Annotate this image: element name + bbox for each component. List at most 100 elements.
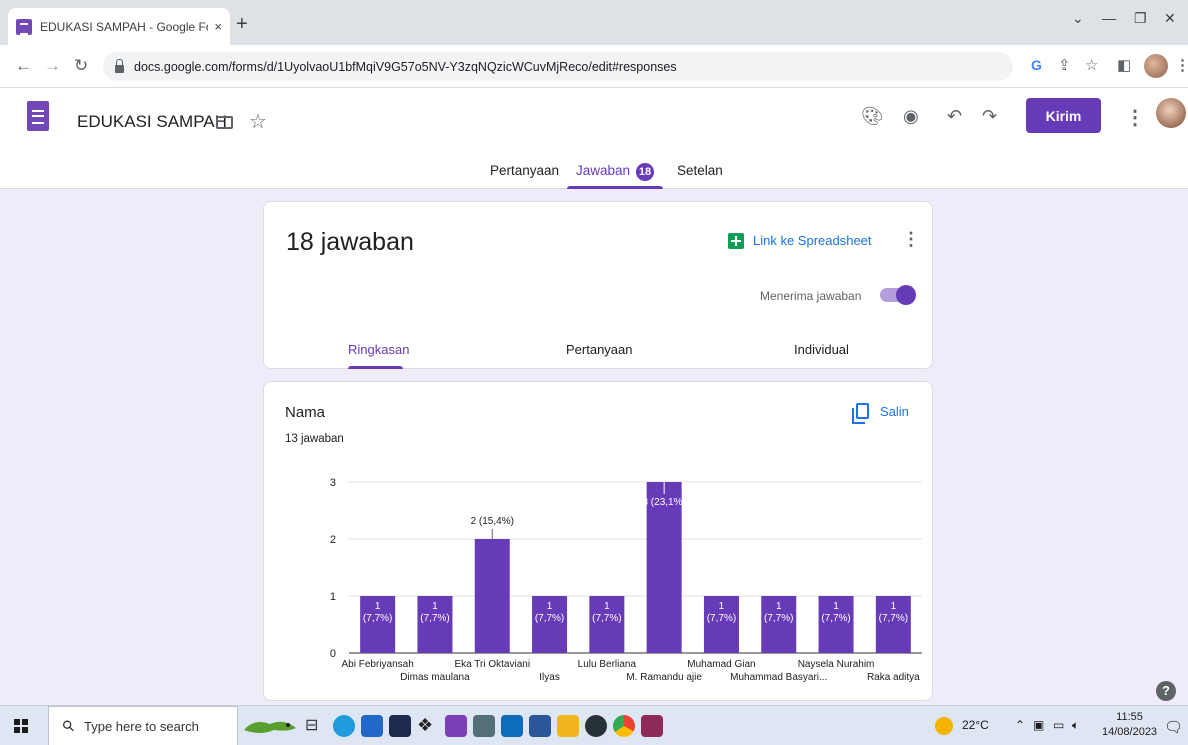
main-tabs: Pertanyaan Jawaban 18 Setelan [0,157,1188,189]
network-icon[interactable]: ▣ [1033,718,1044,732]
share-icon[interactable]: ⇪ [1058,57,1071,75]
data-label: 1 [891,601,897,612]
question-summary-card: Nama 13 jawaban Salin 0 1 2 3 1 (7,7%) Abi Feb… [263,381,933,701]
weather-temperature[interactable]: 22°C [962,718,989,732]
accepting-responses-label: Menerima jawaban [760,289,862,303]
browser-menu-icon[interactable]: ⋮ [1175,57,1188,75]
tab-search-chevron-icon[interactable]: ⌄ [1072,10,1084,27]
lock-icon [115,58,124,73]
data-label: 2 (15,4%) [471,516,514,527]
undo-icon[interactable]: ↶ [947,106,962,127]
google-forms-logo-icon[interactable] [27,101,49,131]
bar [474,539,510,653]
browser-profile-icon[interactable] [1144,54,1168,78]
responses-summary-card: 18 jawaban Link ke Spreadsheet ⋮ Menerim… [263,201,933,369]
link-to-sheets-button[interactable]: Link ke Spreadsheet [753,233,872,248]
tab-questions[interactable]: Pertanyaan [490,163,559,178]
winrar-icon[interactable] [641,715,663,737]
responses-bar-chart: 01231(7,7%)Abi Febriyansah1(7,7%)Dimas m… [330,477,922,683]
edge-browser-icon[interactable] [333,715,355,737]
subtab-individual[interactable]: Individual [794,342,849,357]
responses-more-icon[interactable]: ⋮ [902,229,920,250]
forward-arrow-icon[interactable]: → [44,56,61,76]
file-explorer-icon[interactable] [557,715,579,737]
clock-time: 11:55 [1116,711,1143,723]
windows-start-icon[interactable] [14,719,28,733]
chrome-icon[interactable] [613,715,635,737]
browser-toolbar: ← → ↻ docs.google.com/forms/d/1UyolvaoU1… [0,45,1188,88]
send-button[interactable]: Kirim [1026,98,1101,133]
google-icon[interactable]: G [1031,57,1042,73]
taskbar-search-placeholder: Type here to search [84,718,199,734]
y-tick-label: 3 [330,477,336,489]
back-arrow-icon[interactable]: ← [15,56,32,76]
browser-tab[interactable]: EDUKASI SAMPAH - Google Form × [8,8,230,45]
taskbar-search-box[interactable]: ⚲ Type here to search [48,706,238,745]
data-label-percent: (7,7%) [821,613,850,624]
x-tick-label: Naysela Nurahim [798,659,875,670]
avatar[interactable] [1156,98,1186,128]
side-panel-icon[interactable]: ◧ [1117,57,1131,75]
forms-header: EDUKASI SAMPAH ☆ 🎨︎ ◉ ↶ ↷ Kirim ⋮ Pertan… [0,88,1188,189]
tab-responses[interactable]: Jawaban 18 [576,163,655,181]
clock-date: 14/08/2023 [1102,726,1158,738]
tab-close-icon[interactable]: × [214,19,222,34]
reload-icon[interactable]: ↻ [74,56,88,76]
store-icon[interactable] [361,715,383,737]
media-player-icon[interactable] [585,715,607,737]
minimize-icon[interactable]: — [1102,10,1116,26]
data-label: 1 [604,601,610,612]
data-label-percent: (7,7%) [420,613,449,624]
preview-eye-icon[interactable]: ◉ [903,106,919,127]
bookmark-star-icon[interactable]: ☆ [1085,57,1098,75]
x-tick-label: Muhammad Basyari... [730,672,827,683]
battery-icon[interactable]: ▭ [1053,718,1064,732]
word-icon[interactable] [529,715,551,737]
data-label: 1 [547,601,553,612]
notifications-icon[interactable]: 🗨︎ [1164,718,1183,736]
subtab-summary[interactable]: Ringkasan [348,342,409,357]
data-label-percent: (7,7%) [592,613,621,624]
window-close-icon[interactable]: ✕ [1164,10,1176,27]
new-tab-icon[interactable]: + [236,14,248,34]
data-label: 3 (23,1%) [642,497,685,508]
data-label: 1 [833,601,839,612]
form-title[interactable]: EDUKASI SAMPAH [77,112,227,132]
more-options-icon[interactable]: ⋮ [1125,105,1145,130]
tab-title: EDUKASI SAMPAH - Google Form [40,19,209,34]
app-icon[interactable] [389,715,411,737]
sheets-icon[interactable] [728,233,744,249]
y-tick-label: 1 [330,591,336,603]
palette-icon[interactable]: 🎨︎ [861,106,884,127]
x-tick-label: Eka Tri Oktaviani [454,659,530,670]
accepting-responses-toggle[interactable] [880,285,916,305]
address-bar[interactable]: docs.google.com/forms/d/1UyolvaoU1bfMqiV… [103,52,1013,81]
x-tick-label: M. Ramandu ajie [626,672,702,683]
tray-chevron-icon[interactable]: ⌃ [1015,718,1025,732]
response-count-title: 18 jawaban [286,228,414,256]
tab-settings[interactable]: Setelan [677,163,723,178]
weather-icon[interactable] [935,717,953,735]
x-tick-label: Abi Febriyansah [342,659,414,670]
x-tick-label: Raka aditya [867,672,920,683]
data-label: 1 [776,601,782,612]
search-icon: ⚲ [58,716,79,737]
star-icon[interactable]: ☆ [249,109,267,134]
video-editor-icon[interactable] [445,715,467,737]
google-forms-favicon-icon [16,18,32,35]
data-label: 1 [375,601,381,612]
x-tick-label: Ilyas [539,672,560,683]
url-text: docs.google.com/forms/d/1UyolvaoU1bfMqiV… [134,59,677,74]
help-icon[interactable]: ? [1156,681,1176,701]
task-view-icon[interactable]: ⊟ [305,715,327,737]
dropbox-icon[interactable]: ❖ [417,715,439,737]
x-tick-label: Muhamad Gian [687,659,755,670]
system-clock[interactable]: 11:55 14/08/2023 [1102,710,1157,740]
camera-icon[interactable] [473,715,495,737]
redo-icon[interactable]: ↷ [982,106,997,127]
volume-icon[interactable]: 🔈︎ [1072,718,1079,733]
subtab-question[interactable]: Pertanyaan [566,342,633,357]
mail-icon[interactable] [501,715,523,737]
restore-icon[interactable]: ❐ [1134,10,1147,27]
folder-icon[interactable] [216,116,233,129]
